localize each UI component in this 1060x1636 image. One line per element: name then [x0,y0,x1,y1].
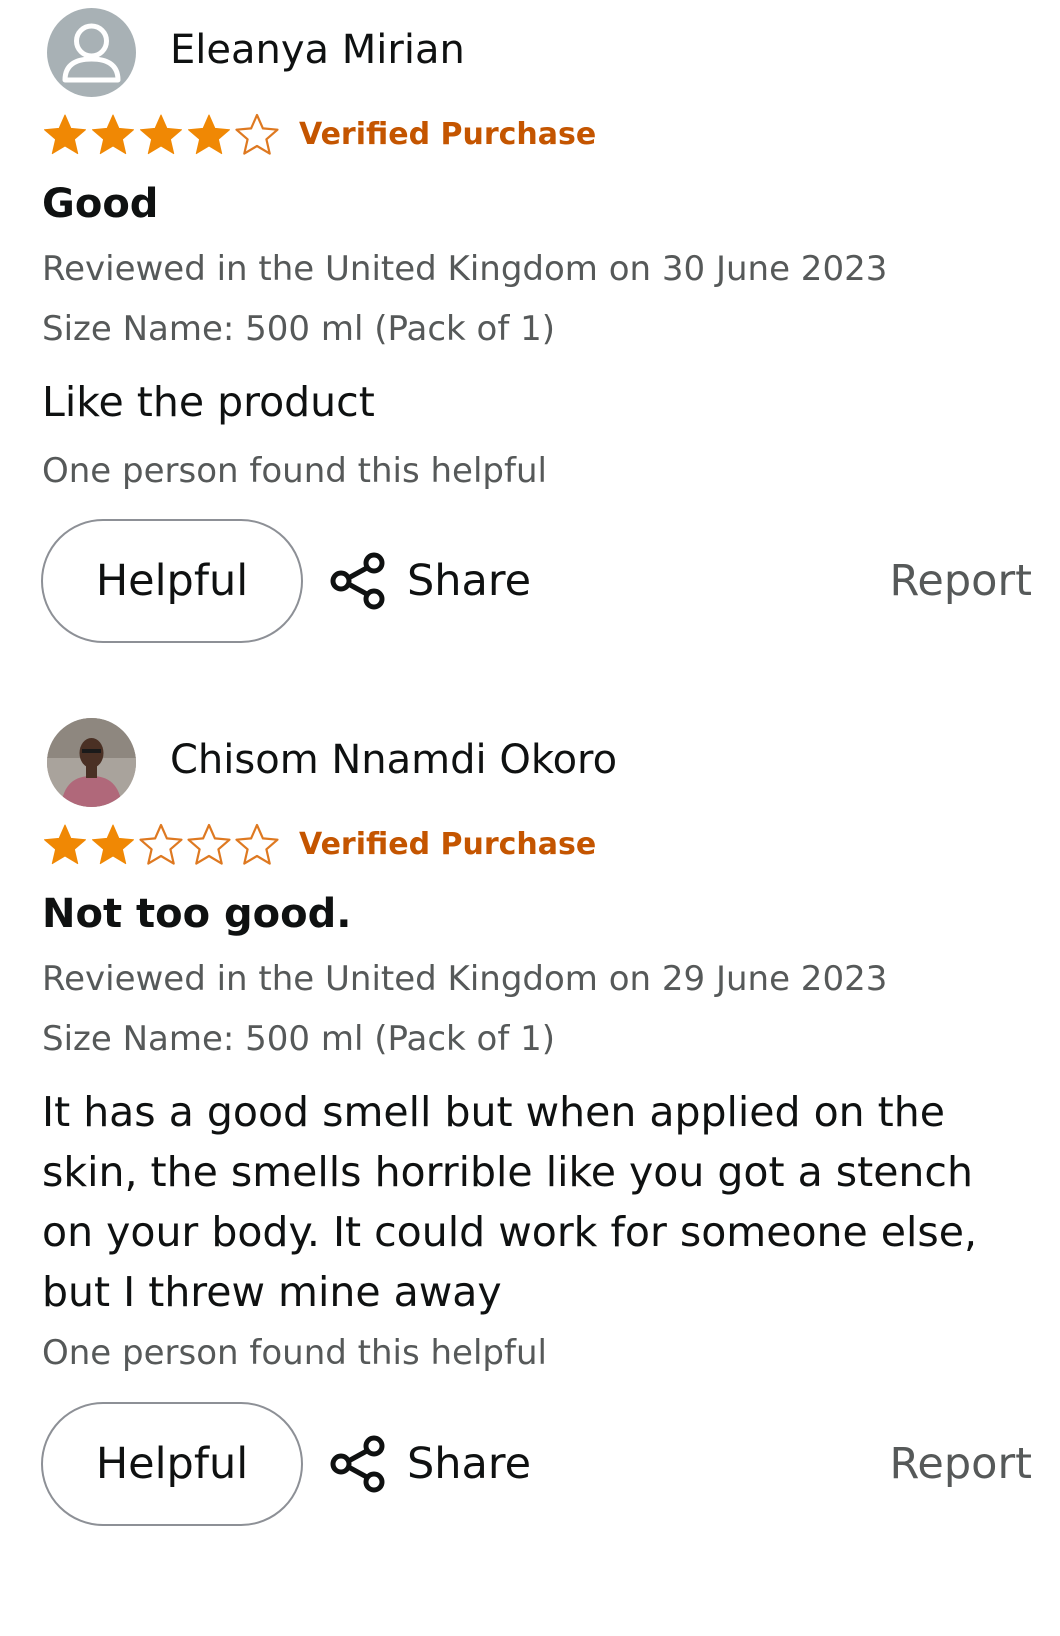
review-size-variant: Size Name: 500 ml (Pack of 1) [42,309,555,349]
report-link[interactable]: Report [889,519,1032,643]
share-label: Share [407,1439,532,1489]
helpful-button[interactable]: Helpful [41,1402,303,1526]
verified-purchase-badge: Verified Purchase [299,827,597,862]
helpful-count: One person found this helpful [42,451,547,491]
star-filled-icon [89,112,137,156]
reviewer-name[interactable]: Chisom Nnamdi Okoro [170,732,617,788]
star-filled-icon [185,112,233,156]
review-size-variant: Size Name: 500 ml (Pack of 1) [42,1019,555,1059]
generic-user-icon [62,23,121,83]
report-link[interactable]: Report [889,1402,1032,1526]
star-filled-icon [41,822,89,866]
helpful-count: One person found this helpful [42,1333,547,1373]
star-filled-icon [137,112,185,156]
helpful-button[interactable]: Helpful [41,519,303,643]
review-body: Like the product [42,378,375,426]
avatar[interactable] [47,718,136,807]
star-empty-icon [185,822,233,866]
star-empty-icon [137,822,185,866]
star-filled-icon [41,112,89,156]
avatar[interactable] [47,8,136,97]
star-filled-icon [89,822,137,866]
review-title: Good [42,181,159,227]
profile-photo-icon [47,718,136,807]
reviewer-name[interactable]: Eleanya Mirian [170,22,465,78]
review-date: Reviewed in the United Kingdom on 30 Jun… [42,249,888,289]
star-rating [41,822,281,866]
star-empty-icon [233,822,281,866]
review-date: Reviewed in the United Kingdom on 29 Jun… [42,959,888,999]
review-body: It has a good smell but when applied on … [42,1088,978,1316]
share-button[interactable]: Share [328,519,531,643]
share-label: Share [407,556,532,606]
verified-purchase-badge: Verified Purchase [299,117,597,152]
share-icon [328,1433,390,1495]
star-rating [41,112,281,156]
share-icon [328,550,390,612]
share-button[interactable]: Share [328,1402,531,1526]
star-empty-icon [233,112,281,156]
review-title: Not too good. [42,891,352,937]
